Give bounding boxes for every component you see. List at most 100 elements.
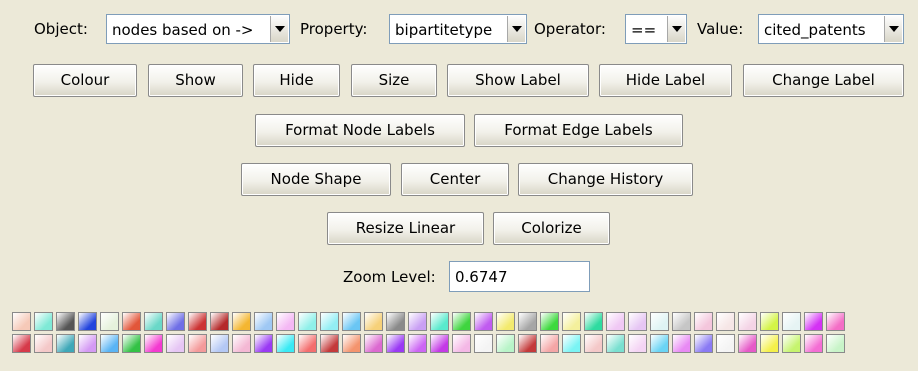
- color-swatch[interactable]: [804, 312, 823, 331]
- operator-dropdown[interactable]: ==: [625, 14, 687, 44]
- color-swatch[interactable]: [562, 312, 581, 331]
- color-swatch[interactable]: [342, 312, 361, 331]
- colour-button[interactable]: Colour: [33, 64, 137, 97]
- color-swatch[interactable]: [782, 334, 801, 353]
- change-history-button[interactable]: Change History: [518, 163, 693, 196]
- color-swatch[interactable]: [540, 334, 559, 353]
- color-swatch[interactable]: [364, 334, 383, 353]
- size-button[interactable]: Size: [351, 64, 437, 97]
- color-swatch[interactable]: [144, 312, 163, 331]
- color-swatch[interactable]: [122, 334, 141, 353]
- color-swatch[interactable]: [320, 334, 339, 353]
- color-swatch[interactable]: [386, 312, 405, 331]
- color-swatch[interactable]: [144, 334, 163, 353]
- color-swatch[interactable]: [518, 334, 537, 353]
- color-swatch[interactable]: [232, 334, 251, 353]
- color-swatch[interactable]: [12, 334, 31, 353]
- format-node-labels-button[interactable]: Format Node Labels: [255, 114, 465, 147]
- color-swatch[interactable]: [694, 312, 713, 331]
- color-swatch[interactable]: [408, 312, 427, 331]
- object-dropdown[interactable]: nodes based on ->: [106, 14, 290, 44]
- color-swatch[interactable]: [232, 312, 251, 331]
- color-swatch[interactable]: [100, 334, 119, 353]
- color-swatch[interactable]: [804, 334, 823, 353]
- color-swatch[interactable]: [496, 334, 515, 353]
- color-swatch[interactable]: [430, 312, 449, 331]
- color-swatch[interactable]: [628, 312, 647, 331]
- color-swatch[interactable]: [606, 334, 625, 353]
- color-swatch[interactable]: [34, 334, 53, 353]
- chevron-down-icon[interactable]: [884, 16, 902, 42]
- node-shape-button[interactable]: Node Shape: [241, 163, 391, 196]
- color-swatch[interactable]: [496, 312, 515, 331]
- color-swatch[interactable]: [210, 312, 229, 331]
- color-swatch[interactable]: [782, 312, 801, 331]
- chevron-down-icon[interactable]: [270, 16, 288, 42]
- color-swatch[interactable]: [298, 334, 317, 353]
- color-swatch[interactable]: [78, 334, 97, 353]
- color-swatch[interactable]: [716, 312, 735, 331]
- color-swatch[interactable]: [738, 334, 757, 353]
- color-swatch[interactable]: [188, 312, 207, 331]
- color-swatch[interactable]: [452, 334, 471, 353]
- color-swatch[interactable]: [716, 334, 735, 353]
- color-swatch[interactable]: [672, 312, 691, 331]
- value-dropdown[interactable]: cited_patents: [758, 14, 904, 44]
- color-swatch[interactable]: [694, 334, 713, 353]
- color-swatch[interactable]: [518, 312, 537, 331]
- color-swatch[interactable]: [254, 312, 273, 331]
- color-swatch[interactable]: [122, 312, 141, 331]
- color-swatch[interactable]: [276, 312, 295, 331]
- color-swatch[interactable]: [826, 312, 845, 331]
- color-swatch[interactable]: [584, 334, 603, 353]
- change-label-button[interactable]: Change Label: [743, 64, 904, 97]
- resize-linear-button[interactable]: Resize Linear: [327, 212, 484, 245]
- color-swatch[interactable]: [34, 312, 53, 331]
- color-swatch[interactable]: [276, 334, 295, 353]
- color-swatch[interactable]: [78, 312, 97, 331]
- color-swatch[interactable]: [166, 334, 185, 353]
- color-swatch[interactable]: [386, 334, 405, 353]
- format-edge-labels-button[interactable]: Format Edge Labels: [474, 114, 683, 147]
- color-swatch[interactable]: [474, 334, 493, 353]
- color-swatch[interactable]: [166, 312, 185, 331]
- hide-button[interactable]: Hide: [253, 64, 340, 97]
- color-swatch[interactable]: [210, 334, 229, 353]
- color-swatch[interactable]: [584, 312, 603, 331]
- color-swatch[interactable]: [254, 334, 273, 353]
- property-dropdown[interactable]: bipartitetype: [389, 14, 527, 44]
- zoom-level-field[interactable]: 0.6747: [449, 261, 590, 292]
- color-swatch[interactable]: [452, 312, 471, 331]
- node-properties-panel: Object: nodes based on -> Property: bipa…: [0, 0, 918, 371]
- color-swatch[interactable]: [760, 312, 779, 331]
- color-swatch[interactable]: [56, 312, 75, 331]
- color-swatch[interactable]: [408, 334, 427, 353]
- color-swatch[interactable]: [100, 312, 119, 331]
- color-swatch[interactable]: [12, 312, 31, 331]
- color-swatch[interactable]: [826, 334, 845, 353]
- hide-label-button[interactable]: Hide Label: [599, 64, 732, 97]
- show-label-button[interactable]: Show Label: [447, 64, 589, 97]
- color-swatch[interactable]: [298, 312, 317, 331]
- color-swatch[interactable]: [606, 312, 625, 331]
- color-swatch[interactable]: [540, 312, 559, 331]
- color-swatch[interactable]: [56, 334, 75, 353]
- color-swatch[interactable]: [430, 334, 449, 353]
- color-swatch[interactable]: [474, 312, 493, 331]
- chevron-down-icon[interactable]: [667, 16, 685, 42]
- color-swatch[interactable]: [342, 334, 361, 353]
- colorize-button[interactable]: Colorize: [493, 212, 610, 245]
- center-button[interactable]: Center: [401, 163, 509, 196]
- chevron-down-icon[interactable]: [507, 16, 525, 42]
- color-swatch[interactable]: [650, 334, 669, 353]
- color-swatch[interactable]: [320, 312, 339, 331]
- color-swatch[interactable]: [650, 312, 669, 331]
- color-swatch[interactable]: [562, 334, 581, 353]
- show-button[interactable]: Show: [148, 64, 243, 97]
- color-swatch[interactable]: [188, 334, 207, 353]
- color-swatch[interactable]: [364, 312, 383, 331]
- color-swatch[interactable]: [738, 312, 757, 331]
- color-swatch[interactable]: [672, 334, 691, 353]
- color-swatch[interactable]: [760, 334, 779, 353]
- color-swatch[interactable]: [628, 334, 647, 353]
